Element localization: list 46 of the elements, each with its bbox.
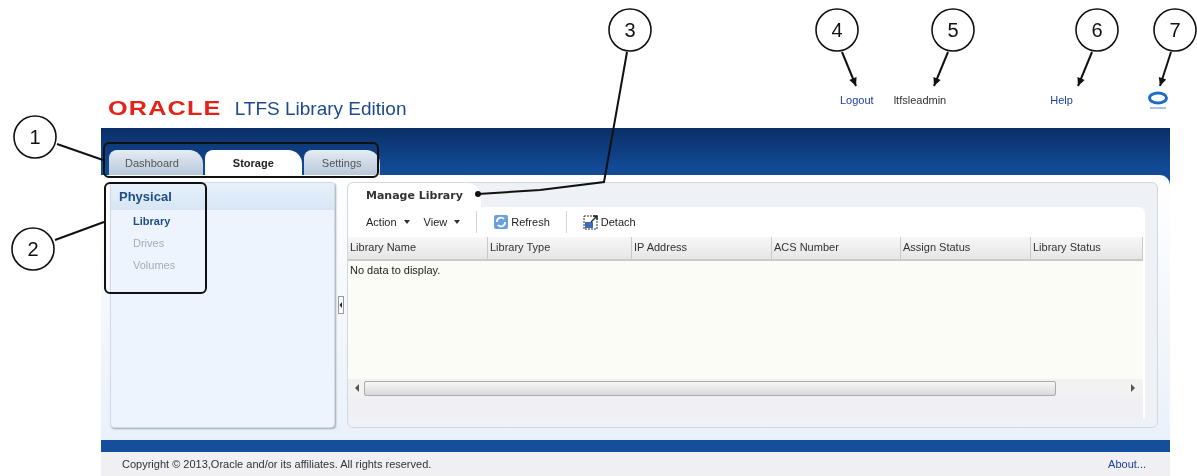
user-name: ltfsleadmin bbox=[893, 94, 947, 106]
oracle-logo: ORACLE bbox=[108, 96, 222, 120]
leader-arrow bbox=[1077, 51, 1093, 87]
callout-marker: 5 bbox=[931, 8, 975, 52]
column-header[interactable]: Library Status bbox=[1031, 237, 1143, 259]
callout-marker: 7 bbox=[1153, 8, 1197, 52]
tab[interactable]: Settings bbox=[303, 150, 380, 175]
collapse-handle-icon[interactable] bbox=[338, 296, 345, 314]
refresh-icon bbox=[493, 214, 510, 230]
caret-icon bbox=[403, 220, 410, 224]
callout-marker: 2 bbox=[11, 227, 55, 271]
leader-line bbox=[56, 143, 104, 161]
oracle-ring-icon[interactable] bbox=[1146, 90, 1169, 110]
column-header[interactable]: Assign Status bbox=[901, 237, 1031, 259]
section-heading[interactable]: Physical bbox=[111, 183, 335, 210]
panel-tab[interactable]: Manage Library bbox=[348, 183, 481, 207]
column-header[interactable]: ACS Number bbox=[772, 237, 901, 259]
empty-message: No data to display. bbox=[350, 264, 441, 276]
leader-arrow bbox=[1158, 51, 1172, 87]
menu-button[interactable]: View bbox=[419, 214, 465, 230]
leader-arrow bbox=[841, 51, 857, 87]
tab[interactable]: Dashboard bbox=[109, 150, 203, 175]
copyright-text: Copyright © 2013,Oracle and/or its affiliates. All rights reserved. bbox=[122, 458, 432, 470]
detach-icon bbox=[582, 214, 599, 230]
column-header[interactable]: Library Name bbox=[348, 237, 488, 259]
product-title: LTFS Library Edition bbox=[234, 98, 407, 120]
scroll-left-icon[interactable] bbox=[354, 384, 360, 392]
about-link[interactable]: About... bbox=[1108, 458, 1146, 470]
header-link[interactable]: Help bbox=[1050, 94, 1073, 106]
leader-dot bbox=[475, 191, 481, 197]
callout-marker: 1 bbox=[13, 115, 57, 159]
refresh-button[interactable]: Refresh bbox=[489, 212, 554, 232]
column-header[interactable]: Library Type bbox=[488, 237, 632, 259]
scroll-right-icon[interactable] bbox=[1130, 384, 1136, 392]
column-header[interactable]: IP Address bbox=[632, 237, 772, 259]
detach-button[interactable]: Detach bbox=[578, 212, 640, 232]
callout-marker: 4 bbox=[815, 8, 859, 52]
leader-arrow bbox=[933, 51, 949, 87]
tab[interactable]: Storage bbox=[204, 150, 302, 175]
header-link[interactable]: Logout bbox=[840, 94, 874, 106]
menu-button[interactable]: Action bbox=[362, 214, 414, 230]
callout-marker: 3 bbox=[608, 8, 652, 52]
caret-icon bbox=[454, 220, 461, 224]
sidebar-item[interactable]: Library bbox=[111, 210, 335, 232]
leader-line bbox=[54, 221, 105, 241]
callout-marker: 6 bbox=[1075, 8, 1119, 52]
